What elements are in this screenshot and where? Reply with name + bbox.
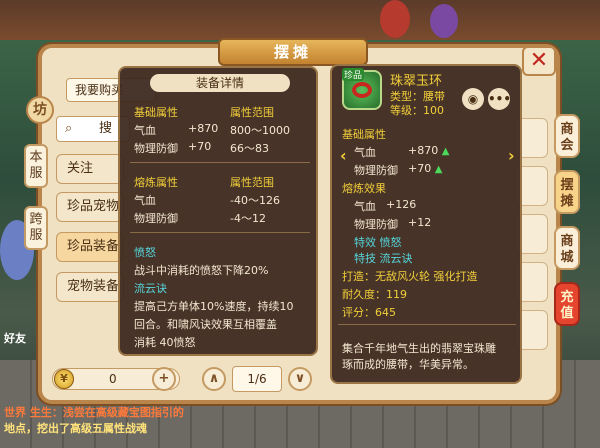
- side-nav-label: 商会: [560, 122, 574, 153]
- attr-range: 66～83: [230, 142, 269, 155]
- tab-label: 本服: [29, 150, 43, 181]
- item-effect: 特效 愤怒: [354, 236, 402, 249]
- category-rare-equipment[interactable]: 珍品装备: [56, 232, 124, 262]
- search-label: 搜: [99, 121, 113, 136]
- divider: [130, 232, 310, 233]
- side-nav-label: 商城: [560, 234, 574, 265]
- attr-value: +70: [188, 140, 212, 153]
- attr-value-text: +70: [408, 162, 432, 175]
- category-pet-equipment[interactable]: 宠物装备: [56, 272, 124, 302]
- add-gold-button[interactable]: +: [152, 367, 176, 391]
- item-base-title: 基础属性: [342, 128, 386, 141]
- more-button[interactable]: •••: [488, 88, 512, 110]
- roof-decoration: [0, 0, 600, 40]
- gold-value: 0: [109, 372, 117, 386]
- divider: [130, 162, 310, 163]
- category-rare-pets[interactable]: 珍品宠物: [56, 192, 124, 222]
- world-chat-line: 世界 生生：浅尝在高级藏宝图指引的: [4, 406, 184, 419]
- attr-value: +126: [386, 198, 417, 211]
- close-icon: ✕: [529, 48, 549, 73]
- shop-badge: 坊: [26, 96, 54, 124]
- attr-range: 800～1000: [230, 124, 290, 137]
- attr-name: 物理防御: [134, 212, 178, 225]
- item-tag: 珍品: [342, 68, 365, 81]
- item-description: 琢而成的腰带，华美异常。: [342, 358, 474, 371]
- side-nav-chamber[interactable]: 商会: [554, 114, 580, 158]
- more-icon: •••: [488, 92, 512, 106]
- tab-label: 跨服: [29, 212, 43, 243]
- attr-name: 气血: [134, 194, 156, 207]
- item-icon: 珍品: [342, 68, 382, 110]
- up-arrow-icon: ▲: [441, 146, 450, 157]
- item-skill: 特技 流云诀: [354, 252, 413, 265]
- search-icon: ⌕: [65, 121, 73, 136]
- flow-title: 流云诀: [134, 282, 167, 295]
- eye-icon: ◉: [467, 92, 479, 106]
- attr-value-text: +870: [408, 144, 439, 157]
- attr-value: +70 ▲: [408, 162, 442, 175]
- tab-local-server[interactable]: 本服: [24, 144, 48, 188]
- item-forge: 打造：无敌风火轮 强化打造: [342, 270, 478, 283]
- friend-label[interactable]: 好友: [4, 330, 26, 346]
- flow-text: 提高己方单体10%速度，持续10: [134, 300, 294, 313]
- anger-text: 战斗中消耗的愤怒下降20%: [134, 264, 269, 277]
- category-follow[interactable]: 关注: [56, 154, 124, 184]
- attr-name: 气血: [134, 124, 156, 137]
- chevron-right-icon[interactable]: ›: [508, 146, 515, 165]
- npc-character[interactable]: [380, 0, 410, 38]
- close-button[interactable]: ✕: [522, 46, 556, 76]
- attr-value: +12: [408, 216, 432, 229]
- range-title: 属性范围: [230, 106, 274, 119]
- next-page-button[interactable]: ∨: [288, 367, 312, 391]
- popup-header: 装备详情: [150, 74, 290, 92]
- refine-range-title: 属性范围: [230, 176, 274, 189]
- prev-page-button[interactable]: ∧: [202, 367, 226, 391]
- item-description: 集合千年地气生出的翡翠宝珠雕: [342, 342, 496, 355]
- attr-range: -40～126: [230, 194, 280, 207]
- item-level: 等级：100: [390, 104, 444, 117]
- attr-value: +870 ▲: [408, 144, 449, 157]
- item-refine-title: 熔炼效果: [342, 182, 386, 195]
- attr-name: 物理防御: [354, 164, 398, 177]
- npc-character[interactable]: [430, 4, 458, 38]
- page-indicator: 1/6: [232, 366, 282, 392]
- belt-icon: [352, 82, 372, 98]
- item-durability: 耐久度：119: [342, 288, 407, 301]
- chevron-left-icon[interactable]: ‹: [340, 146, 347, 165]
- preview-button[interactable]: ◉: [462, 88, 484, 110]
- side-nav-recharge[interactable]: 充值: [554, 282, 580, 326]
- attr-name: 气血: [354, 200, 376, 213]
- up-arrow-icon: ▲: [434, 164, 443, 175]
- world-chat-line: 地点，挖出了高级五属性战魂: [4, 422, 147, 435]
- coin-icon: ¥: [54, 369, 74, 389]
- attr-name: 物理防御: [354, 218, 398, 231]
- attr-name: 物理防御: [134, 142, 178, 155]
- panel-title: 摆摊: [218, 38, 368, 66]
- equipment-detail-popup: 装备详情 基础属性 属性范围 气血 +870 800～1000 物理防御 +70…: [118, 66, 318, 356]
- item-score: 评分：645: [342, 306, 396, 319]
- attr-range: -4～12: [230, 212, 266, 225]
- flow-text: 回合。和啸风诀效果互相覆盖: [134, 318, 277, 331]
- flow-text: 消耗 40愤怒: [134, 336, 196, 349]
- tab-cross-server[interactable]: 跨服: [24, 206, 48, 250]
- side-nav-stall[interactable]: 摆摊: [554, 170, 580, 214]
- refine-attr-title: 熔炼属性: [134, 176, 178, 189]
- anger-title: 愤怒: [134, 246, 156, 259]
- attr-value: +870: [188, 122, 219, 135]
- side-nav-mall[interactable]: 商城: [554, 226, 580, 270]
- attr-name: 气血: [354, 146, 376, 159]
- side-nav-label: 充值: [560, 290, 574, 321]
- item-name: 珠翠玉环: [390, 74, 443, 89]
- side-nav-label: 摆摊: [560, 178, 574, 209]
- base-attr-title: 基础属性: [134, 106, 178, 119]
- divider: [338, 324, 516, 325]
